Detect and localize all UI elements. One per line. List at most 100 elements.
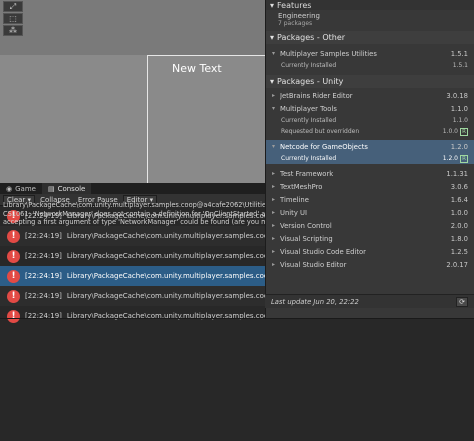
tab-game[interactable]: ◉ Game: [0, 183, 42, 194]
package-name: JetBrains Rider Editor: [280, 91, 353, 100]
r-badge: R: [460, 154, 468, 163]
group-packages-unity[interactable]: ▾ Packages - Unity: [266, 75, 474, 88]
package-version: 2.0.17: [446, 260, 468, 269]
error-icon: !: [7, 309, 20, 323]
package-item[interactable]: ▸ Version Control 2.0.0: [266, 219, 474, 232]
version-label: Currently Installed: [281, 155, 337, 162]
expand-arrow-icon: ▾: [272, 143, 276, 150]
log-entry[interactable]: ! [22:24:19] Library\PackageCache\com.un…: [0, 226, 265, 246]
expand-arrow-icon: ▸: [272, 261, 276, 268]
package-name: TextMeshPro: [280, 182, 323, 191]
log-text: Library\PackageCache\com.unity.multiplay…: [66, 292, 265, 300]
package-item[interactable]: ▸ Visual Studio Editor 2.0.17: [266, 258, 474, 271]
package-name: Version Control: [280, 221, 332, 230]
new-text-label[interactable]: New Text: [172, 62, 222, 75]
log-entry-selected[interactable]: ! [22:24:19] Library\PackageCache\com.un…: [0, 266, 265, 286]
package-item[interactable]: ▾ Multiplayer Samples Utilities 1.5.1: [266, 47, 474, 60]
features-header[interactable]: ▾ Features: [266, 0, 474, 10]
expand-arrow-icon: ▸: [272, 196, 276, 203]
version-label: Currently Installed: [281, 117, 337, 124]
move-tool-icon[interactable]: ⬚: [3, 13, 23, 24]
feature-item[interactable]: Engineering 7 packages: [266, 10, 474, 27]
refresh-icon[interactable]: ⟳: [456, 296, 468, 307]
package-version: 2.0.0: [450, 221, 468, 230]
group-packages-other[interactable]: ▾ Packages - Other: [266, 31, 474, 44]
version-number: 1.5.1: [452, 62, 468, 69]
expand-arrow-icon: ▸: [272, 222, 276, 229]
transform-tool-icon[interactable]: ⁂: [3, 25, 23, 36]
group-unity-label: Packages - Unity: [277, 77, 344, 86]
scene-tools: ⤢ ⬚ ⁂: [3, 1, 23, 37]
expand-arrow-icon: ▾: [270, 0, 275, 10]
package-name: Multiplayer Tools: [280, 104, 337, 113]
package-version-row[interactable]: Currently Installed 1.2.0 R: [266, 153, 474, 164]
log-time: [22:24:19]: [25, 272, 62, 280]
package-version: 1.2.5: [450, 247, 468, 256]
features-label: Features: [277, 0, 312, 10]
expand-arrow-icon: ▾: [272, 105, 276, 112]
package-item[interactable]: ▸ TextMeshPro 3.0.6: [266, 180, 474, 193]
package-name: Visual Studio Code Editor: [280, 247, 366, 256]
tab-game-label: Game: [15, 184, 36, 193]
rect-tool-icon[interactable]: ⤢: [3, 1, 23, 12]
tab-console[interactable]: ▤ Console: [41, 183, 92, 194]
package-version: 1.8.0: [450, 234, 468, 243]
last-update-text: Last update Jun 20, 22:22: [271, 297, 359, 306]
log-time: [22:24:19]: [25, 292, 62, 300]
version-number: 1.1.0: [452, 117, 468, 124]
package-version: 3.0.6: [450, 182, 468, 191]
feature-count: 7 packages: [278, 20, 313, 27]
package-item[interactable]: ▾ Multiplayer Tools 1.1.0: [266, 102, 474, 115]
version-number: 1.0.0: [442, 128, 458, 135]
expand-arrow-icon: ▸: [272, 235, 276, 242]
package-item[interactable]: ▸ Unity UI 1.0.0: [266, 206, 474, 219]
package-version-row[interactable]: Currently Installed 1.5.1: [266, 60, 474, 71]
expand-arrow-icon: ▾: [270, 33, 275, 42]
expand-arrow-icon: ▸: [272, 248, 276, 255]
expand-arrow-icon: ▸: [272, 183, 276, 190]
tab-console-label: Console: [57, 184, 86, 193]
log-time: [22:24:19]: [25, 232, 62, 240]
log-text: Library\PackageCache\com.unity.multiplay…: [66, 232, 265, 240]
expand-arrow-icon: ▸: [272, 92, 276, 99]
expand-arrow-icon: ▾: [272, 50, 276, 57]
log-entry[interactable]: ! [22:24:19] Library\PackageCache\com.un…: [0, 286, 265, 306]
package-name: Visual Scripting: [280, 234, 333, 243]
package-version-row[interactable]: Currently Installed 1.1.0: [266, 115, 474, 126]
log-entry[interactable]: ! [22:24:19] Library\PackageCache\com.un…: [0, 246, 265, 266]
package-version: 1.1.31: [446, 169, 468, 178]
console-tabbar: ◉ Game ▤ Console: [0, 183, 265, 194]
package-item[interactable]: ▸ Visual Scripting 1.8.0: [266, 232, 474, 245]
expand-arrow-icon: ▸: [272, 209, 276, 216]
expand-arrow-icon: ▸: [272, 170, 276, 177]
package-name: Timeline: [280, 195, 309, 204]
version-label: Requested but overridden: [281, 128, 360, 135]
scene-view[interactable]: New Text ⤢ ⬚ ⁂: [0, 0, 265, 183]
package-item[interactable]: ▸ Timeline 1.6.4: [266, 193, 474, 206]
package-item[interactable]: ▸ Test Framework 1.1.31: [266, 167, 474, 180]
package-item[interactable]: ▸ JetBrains Rider Editor 3.0.18: [266, 89, 474, 102]
package-version-row[interactable]: Requested but overridden 1.0.0 R: [266, 126, 474, 137]
log-text: Library\PackageCache\com.unity.multiplay…: [66, 272, 265, 280]
package-footer: Last update Jun 20, 22:22 ⟳: [265, 294, 474, 308]
package-version: 3.0.18: [446, 91, 468, 100]
error-icon: !: [7, 229, 20, 243]
package-version: 1.6.4: [450, 195, 468, 204]
r-badge: R: [460, 127, 468, 136]
package-list: ▾ Features Engineering 7 packages ▾ Pack…: [265, 0, 474, 318]
group-other-label: Packages - Other: [277, 33, 346, 42]
package-name: Visual Studio Editor: [280, 260, 347, 269]
package-name: Unity UI: [280, 208, 307, 217]
log-entry[interactable]: ! [22:24:19] Library\PackageCache\com.un…: [0, 306, 265, 326]
package-name: Test Framework: [280, 169, 334, 178]
error-icon: !: [7, 249, 20, 263]
package-item-selected[interactable]: ▾ Netcode for GameObjects 1.2.0: [266, 140, 474, 153]
package-item[interactable]: ▸ Visual Studio Code Editor 1.2.5: [266, 245, 474, 258]
splitter[interactable]: [0, 318, 474, 319]
version-label: Currently Installed: [281, 62, 337, 69]
package-version: 1.1.0: [450, 104, 468, 113]
error-icon: !: [7, 289, 20, 303]
log-time: [22:24:19]: [25, 252, 62, 260]
version-number: 1.2.0: [442, 155, 458, 162]
feature-name: Engineering: [278, 12, 320, 20]
